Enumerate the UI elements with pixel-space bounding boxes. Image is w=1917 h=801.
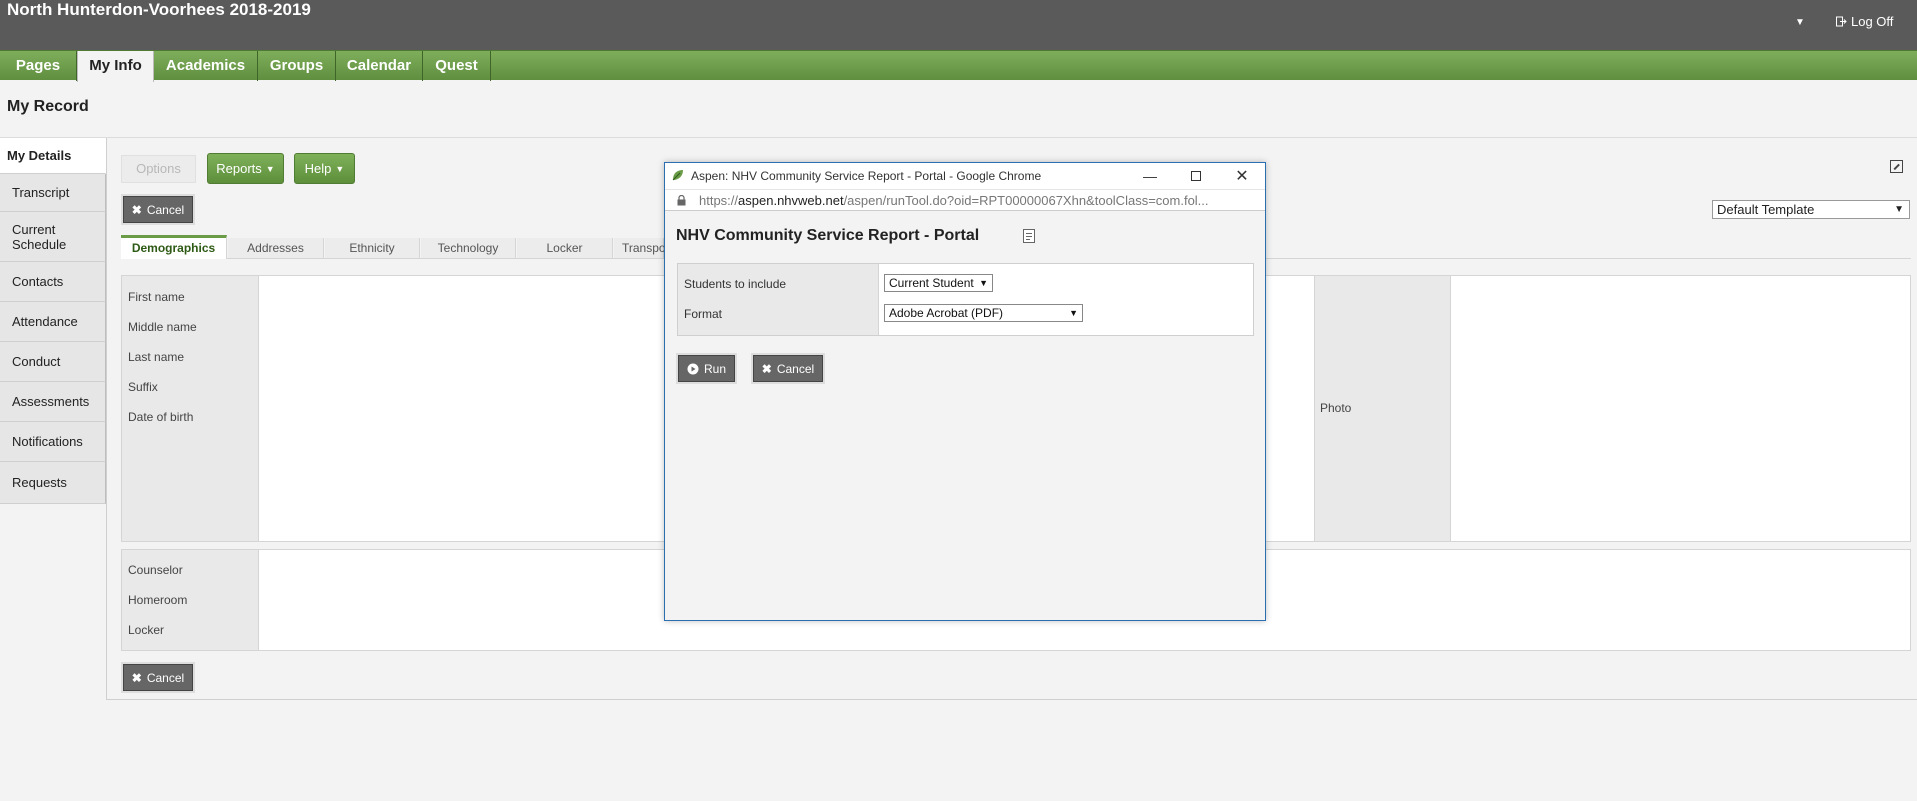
play-circle-icon [687, 363, 699, 374]
cancel-label: Cancel [146, 202, 185, 217]
template-select-value: Default Template [1717, 202, 1815, 217]
top-banner: North Hunterdon-Voorhees 2018-2019 ▼ Log… [0, 0, 1917, 50]
caret-down-icon: ▼ [335, 163, 345, 174]
format-select[interactable]: Adobe Acrobat (PDF) ▼ [884, 304, 1083, 322]
field-label-counselor: Counselor [128, 563, 183, 577]
tab-ethnicity[interactable]: Ethnicity [325, 238, 420, 258]
nav-tab-pages[interactable]: Pages [0, 51, 77, 81]
sidebar-item-transcript[interactable]: Transcript [0, 174, 106, 212]
popup-cancel-label: Cancel [776, 361, 815, 376]
popout-icon[interactable] [1890, 160, 1903, 173]
chevron-down-icon[interactable]: ▼ [1795, 17, 1805, 28]
app-leaf-icon [672, 170, 683, 181]
report-popup-window: Aspen: NHV Community Service Report - Po… [664, 162, 1266, 621]
popup-cancel-button[interactable]: ✖ Cancel [753, 355, 823, 382]
field-label-suffix: Suffix [128, 380, 158, 394]
popup-url-bar[interactable]: https://aspen.nhvweb.net/aspen/runTool.d… [665, 189, 1265, 211]
url-host: aspen.nhvweb.net [738, 193, 844, 208]
field-label-last-name: Last name [128, 350, 185, 364]
chevron-down-icon: ▼ [1894, 204, 1904, 215]
chevron-down-icon: ▼ [979, 278, 988, 288]
students-to-include-select[interactable]: Current Student ▼ [884, 274, 993, 292]
photo-label-column: Photo [1314, 276, 1451, 541]
page-title: My Record [7, 98, 89, 115]
report-parameters: Students to include Format Current Stude… [677, 263, 1254, 336]
format-label: Format [684, 307, 723, 321]
tab-addresses[interactable]: Addresses [228, 238, 324, 258]
nav-tab-calendar[interactable]: Calendar [336, 51, 423, 81]
nav-tab-academics[interactable]: Academics [154, 51, 258, 81]
logoff-label: Log Off [1851, 14, 1894, 29]
nav-tab-my-info[interactable]: My Info [77, 51, 154, 82]
sidebar-item-assessments[interactable]: Assessments [0, 382, 106, 422]
close-icon: ✖ [131, 670, 142, 685]
school-title: North Hunterdon-Voorhees 2018-2019 [7, 0, 311, 19]
popup-window-title: Aspen: NHV Community Service Report - Po… [691, 169, 1042, 183]
format-select-value: Adobe Acrobat (PDF) [889, 306, 1004, 320]
url-path: /aspen/runTool.do?oid=RPT00000067Xhn&too… [843, 193, 1209, 208]
minimize-icon[interactable]: — [1127, 163, 1173, 189]
close-icon: ✖ [761, 361, 772, 376]
sidebar-item-requests[interactable]: Requests [0, 462, 106, 504]
field-label-first-name: First name [128, 290, 185, 304]
field-label-locker: Locker [128, 623, 165, 637]
nav-tab-groups[interactable]: Groups [258, 51, 336, 81]
sidebar-item-current-schedule[interactable]: Current Schedule [0, 212, 106, 262]
field-label-column-2: Counselor Homeroom Locker [122, 550, 259, 650]
help-label: Help [304, 161, 332, 176]
field-label-date-of-birth: Date of birth [128, 410, 194, 424]
sidebar-item-conduct[interactable]: Conduct [0, 342, 106, 382]
options-button[interactable]: Options [121, 155, 196, 183]
close-icon: ✖ [131, 202, 142, 217]
run-label: Run [703, 361, 726, 376]
popup-titlebar: Aspen: NHV Community Service Report - Po… [665, 163, 1265, 189]
document-icon[interactable] [1023, 229, 1035, 243]
tab-technology[interactable]: Technology [421, 238, 516, 258]
logoff-link[interactable]: Log Off [1836, 14, 1893, 29]
reports-button[interactable]: Reports ▼ [207, 153, 284, 184]
field-label-column: First name Middle name Last name Suffix … [122, 276, 259, 541]
lock-icon [677, 195, 686, 206]
maximize-icon[interactable] [1173, 163, 1219, 189]
url-text: https://aspen.nhvweb.net/aspen/runTool.d… [699, 193, 1209, 208]
tab-transportation[interactable]: Transpo [614, 238, 666, 258]
url-prefix: https:// [699, 193, 739, 208]
help-button[interactable]: Help ▼ [294, 153, 355, 184]
reports-label: Reports [216, 161, 262, 176]
students-to-include-label: Students to include [684, 277, 787, 291]
field-label-homeroom: Homeroom [128, 593, 188, 607]
tab-locker[interactable]: Locker [517, 238, 613, 258]
cancel-button-bottom[interactable]: ✖ Cancel [123, 664, 193, 691]
param-label-column: Students to include Format [678, 264, 879, 335]
field-label-middle-name: Middle name [128, 320, 197, 334]
students-select-value: Current Student [889, 276, 974, 290]
sidebar-item-contacts[interactable]: Contacts [0, 262, 106, 302]
sidebar-item-my-details[interactable]: My Details [0, 138, 106, 174]
tab-demographics[interactable]: Demographics [121, 235, 227, 259]
chevron-down-icon: ▼ [1069, 308, 1078, 318]
run-button[interactable]: Run [678, 355, 735, 382]
cancel-button-top[interactable]: ✖ Cancel [123, 196, 193, 223]
cancel-label: Cancel [146, 670, 185, 685]
report-heading: NHV Community Service Report - Portal [676, 227, 980, 244]
template-select[interactable]: Default Template ▼ [1712, 200, 1910, 219]
caret-down-icon: ▼ [265, 163, 275, 174]
field-label-photo: Photo [1320, 401, 1352, 415]
main-nav: Pages My Info Academics Groups Calendar … [0, 50, 1917, 82]
close-window-icon[interactable]: ✕ [1219, 163, 1265, 189]
sidebar-item-attendance[interactable]: Attendance [0, 302, 106, 342]
nav-tab-quest[interactable]: Quest [423, 51, 491, 81]
sidebar-item-notifications[interactable]: Notifications [0, 422, 106, 462]
logoff-icon [1836, 16, 1847, 27]
